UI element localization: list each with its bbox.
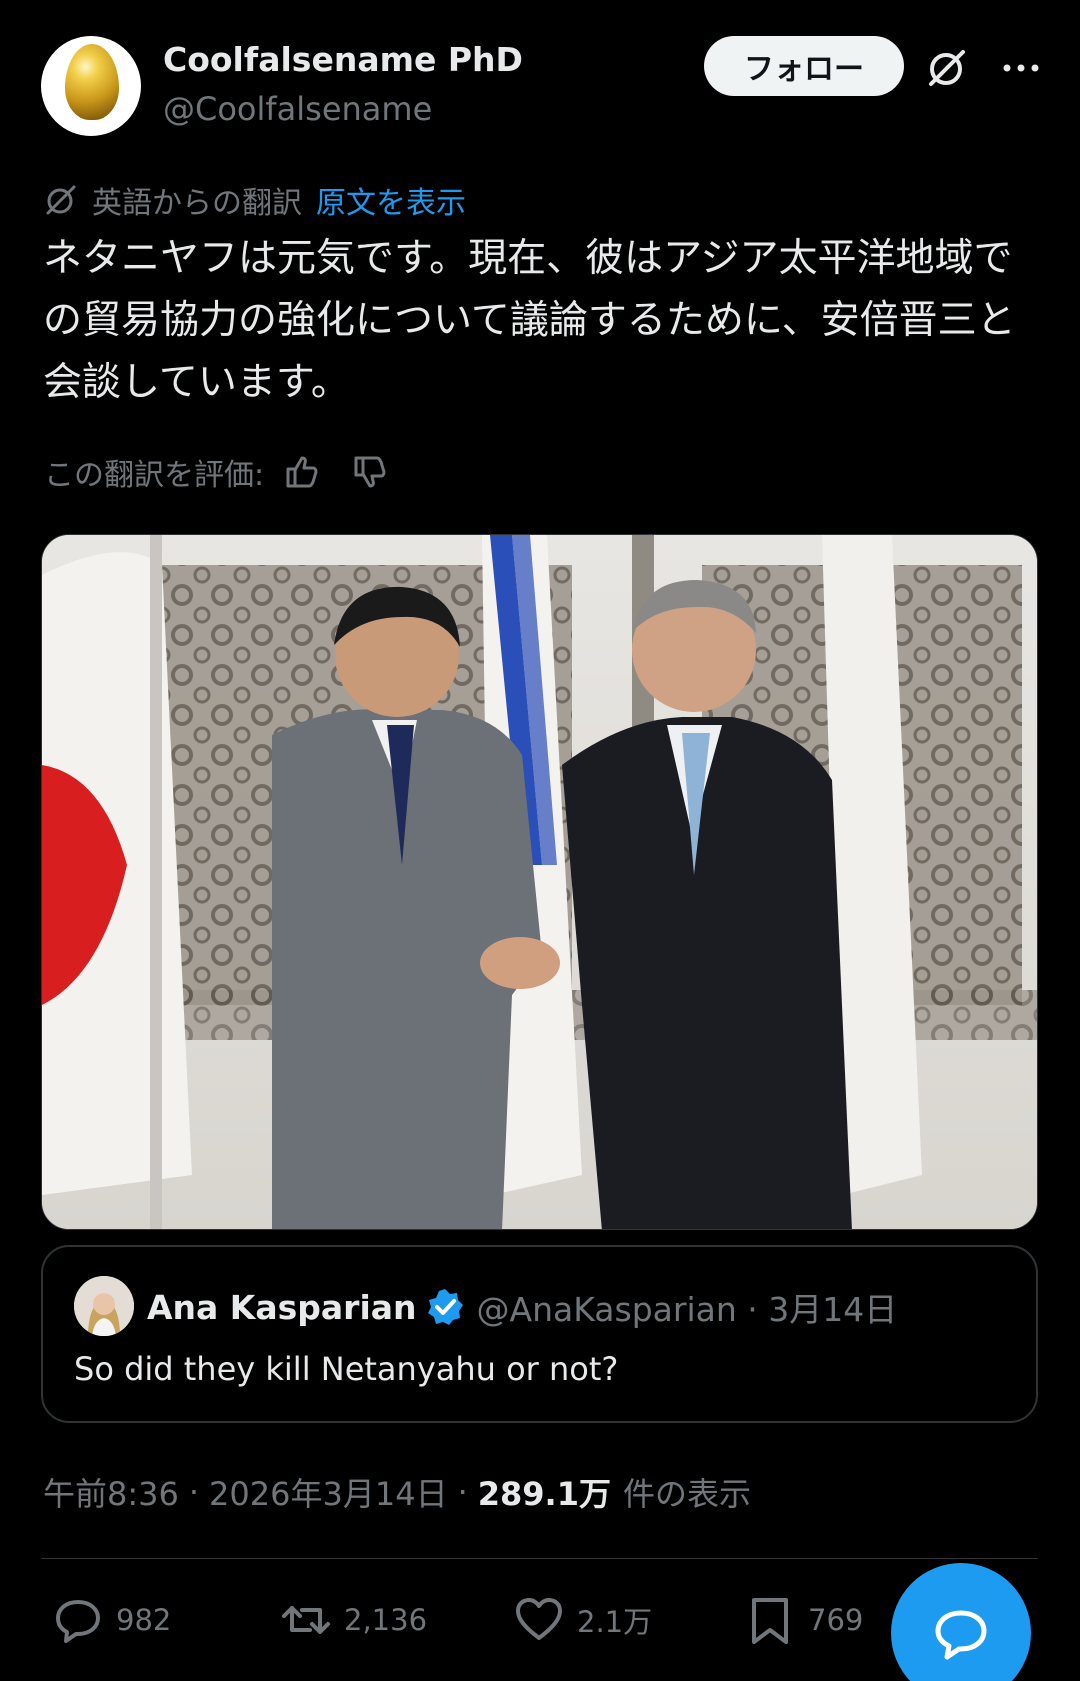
reply-count: 982 — [116, 1603, 172, 1637]
grok-translate-icon — [46, 185, 76, 215]
bookmark-count: 769 — [808, 1603, 864, 1637]
author-display-name[interactable]: Coolfalsename PhD — [163, 40, 523, 79]
like-button[interactable]: 2.1万 — [513, 1592, 652, 1648]
rate-translation-row: この翻訳を評価: — [44, 449, 390, 495]
meta-separator: · — [188, 1473, 200, 1511]
avatar[interactable] — [41, 36, 141, 136]
tweet-detail-page: Coolfalsename PhD @Coolfalsename フォロー 英語… — [0, 0, 1080, 1681]
more-options-icon[interactable] — [996, 46, 1046, 90]
meta-separator: · — [457, 1473, 468, 1511]
repost-count: 2,136 — [344, 1603, 428, 1637]
quote-header: Ana Kasparian @AnaKasparian · 3月14日 — [147, 1279, 897, 1335]
bookmark-button[interactable]: 769 — [744, 1592, 863, 1648]
rate-translation-label: この翻訳を評価: — [44, 458, 265, 493]
tweet-time[interactable]: 午前8:36 — [43, 1469, 179, 1515]
tweet-date[interactable]: 2026年3月14日 — [209, 1469, 448, 1515]
tweet-header: Coolfalsename PhD @Coolfalsename フォロー — [41, 36, 1044, 136]
quote-handle-date: @AnaKasparian · 3月14日 — [476, 1290, 898, 1329]
tweet-meta: 午前8:36 · 2026年3月14日 · 289.1万 件の表示 — [43, 1467, 751, 1517]
floating-chat-button[interactable] — [891, 1563, 1031, 1681]
bookmark-icon — [752, 1598, 788, 1644]
thumbs-up-icon[interactable] — [282, 452, 322, 492]
quote-author-name[interactable]: Ana Kasparian — [147, 1288, 417, 1327]
translation-row: 英語からの翻訳 原文を表示 — [44, 178, 466, 222]
grok-icon[interactable] — [925, 46, 969, 90]
like-count: 2.1万 — [577, 1605, 653, 1639]
translation-source-label: 英語からの翻訳 — [92, 186, 302, 221]
views-count[interactable]: 289.1万 — [478, 1469, 611, 1515]
reply-icon — [56, 1600, 100, 1643]
views-label: 件の表示 — [622, 1475, 751, 1513]
quote-avatar-image — [74, 1276, 134, 1336]
repost-icon — [282, 1606, 330, 1634]
show-original-link[interactable]: 原文を表示 — [316, 178, 466, 222]
tweet-photo[interactable] — [41, 534, 1038, 1230]
quote-text: So did they kill Netanyahu or not? — [74, 1350, 619, 1388]
author-handle[interactable]: @Coolfalsename — [163, 90, 432, 128]
chat-bubble-icon — [935, 1610, 987, 1660]
repost-button[interactable]: 2,136 — [280, 1592, 427, 1648]
heart-icon — [516, 1598, 562, 1640]
thumbs-down-icon[interactable] — [350, 452, 390, 492]
reply-button[interactable]: 982 — [52, 1592, 171, 1648]
verified-badge-icon — [427, 1289, 463, 1325]
follow-button[interactable]: フォロー — [704, 36, 904, 96]
quote-avatar[interactable] — [74, 1276, 134, 1336]
divider — [41, 1558, 1038, 1559]
tweet-text: ネタニヤフは元気です。現在、彼はアジア太平洋地域での貿易協力の強化について議論す… — [43, 236, 1016, 405]
photo-illustration — [42, 535, 1037, 1229]
quoted-tweet[interactable]: Ana Kasparian @AnaKasparian · 3月14日 So d… — [41, 1245, 1038, 1423]
